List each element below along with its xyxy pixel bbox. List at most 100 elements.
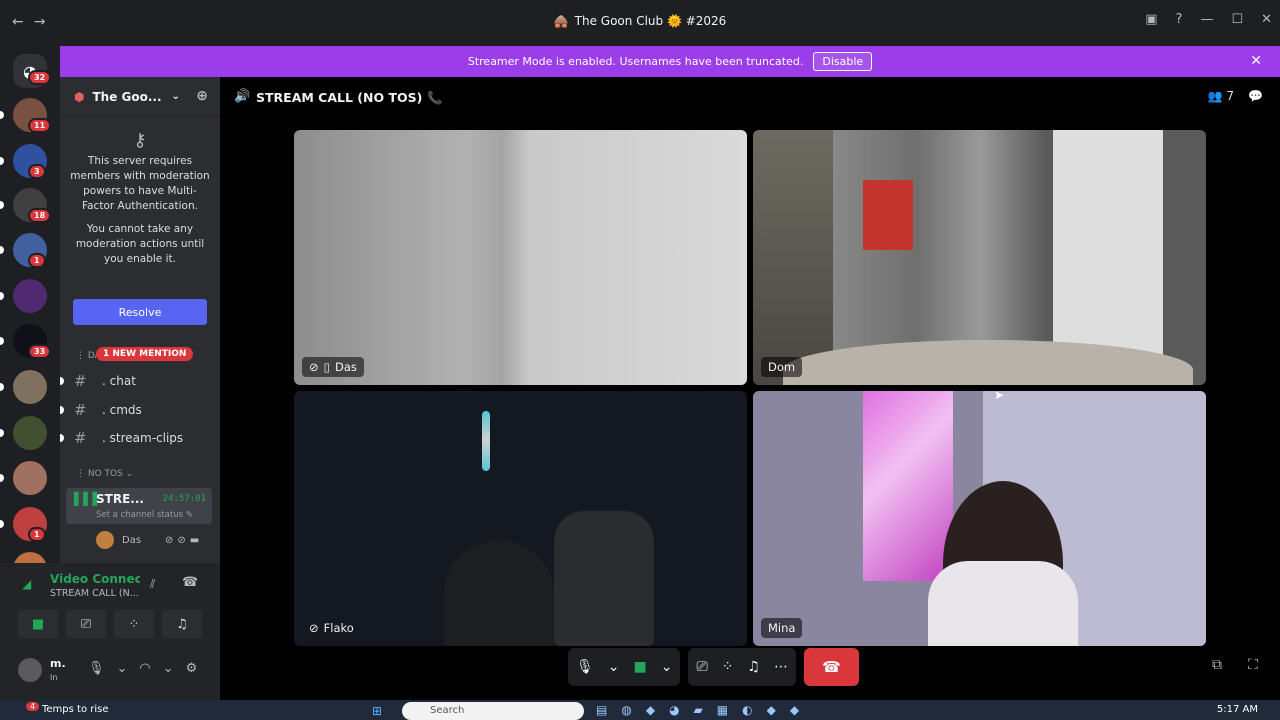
video-content [554,511,654,646]
chevron-down-icon[interactable]: ⌄ [661,659,673,675]
close-banner-icon[interactable]: ✕ [1250,53,1262,69]
unread-indicator [0,520,4,528]
activities-button[interactable]: ⁘ [114,610,154,638]
participant-name: Mina [768,621,796,635]
key-icon: ⚷ [133,130,147,151]
soundboard-icon[interactable]: ♫ [747,659,760,675]
user-avatar[interactable] [18,658,42,682]
participant-count[interactable]: 👥 7 [1208,89,1234,103]
unread-indicator [0,383,4,391]
microphone-icon[interactable]: 🎙 [576,659,594,675]
video-tile[interactable]: ⊘ ▯ Das [294,130,747,385]
maximize-icon[interactable]: ☐ [1231,12,1243,27]
channel-name: . cmds [102,403,142,417]
tile-label: Mina [761,618,803,638]
inbox-icon[interactable]: ▣ [1145,12,1157,27]
mention-badge: 3 [28,164,46,179]
voice-channel-item[interactable]: ▌▌▌ STRE... 24:57:01 Set a channel statu… [66,488,212,524]
channel-name: . stream-clips [102,431,184,445]
soundboard-button[interactable]: ♫ [162,610,202,638]
chevron-down-icon[interactable]: ⌄ [117,661,128,676]
channel-status[interactable]: Set a channel status ✎ [96,510,193,520]
server-icon[interactable] [13,461,47,495]
mfa-text: This server requires members with modera… [70,155,210,212]
invite-icon[interactable]: ⊕ [196,88,208,104]
weather-widget[interactable]: Temps to rise [42,704,109,715]
resolve-button[interactable]: Resolve [73,299,207,325]
server-icon[interactable] [13,416,47,450]
unread-indicator [0,292,4,300]
mention-badge: 18 [28,208,52,223]
disable-button[interactable]: Disable [813,52,873,71]
server-icon[interactable] [13,279,47,313]
chat-icon[interactable]: 💬 [1248,89,1266,107]
channel-chat[interactable]: # . chat [60,370,136,392]
participant-name: Flako [323,621,354,635]
edge-icon[interactable]: ◍ [621,703,631,717]
more-icon[interactable]: ⋯ [774,659,788,675]
server-icon[interactable] [13,370,47,404]
server-name: The Goo... [92,89,162,104]
category-header-no-tos[interactable]: ⋮ NO TOS ⌄ [76,469,133,479]
server-header[interactable]: ⬢ The Goo... ⌄ ⊕ [60,77,220,117]
mention-badge: 1 [28,253,46,268]
voice-member[interactable]: Das ⊘⊘▬ [96,531,203,549]
call-controls: 🎙 ⌄ ■ ⌄ ⎚ ⁘ ♫ ⋯ ☎ [568,648,859,686]
streamer-mode-banner: Streamer Mode is enabled. Usernames have… [60,46,1280,77]
app-icon[interactable]: ◆ [790,703,799,717]
activities-icon[interactable]: ⁘ [722,659,734,675]
unread-indicator [60,406,64,414]
voice-status-channel[interactable]: STREAM CALL (N... [50,588,139,599]
user-name[interactable]: m. [50,657,66,670]
home-badge: 32 [28,70,52,85]
video-tile[interactable]: ⊘ Flako [294,391,747,646]
channel-cmds[interactable]: # . cmds [60,399,142,421]
leave-call-button[interactable]: ☎ [803,648,859,686]
mobile-icon: ▯ [323,360,330,374]
new-mention-badge[interactable]: 1 NEW MENTION [96,347,194,361]
share-controls: ⎚ ⁘ ♫ ⋯ [688,648,796,686]
voice-status-title[interactable]: Video Connected [50,572,140,586]
channel-stream-clips[interactable]: # . stream-clips [60,427,184,449]
close-window-icon[interactable]: ✕ [1261,12,1272,27]
headphones-icon[interactable]: ◠ [139,661,150,676]
signal-icon[interactable]: ◢ [22,577,31,591]
hashtag-icon: # [74,429,87,447]
chevron-down-icon[interactable]: ⌄ [163,661,174,676]
hp-icon[interactable]: ◐ [742,703,752,717]
fullscreen-icon[interactable]: ⛶ [1248,657,1258,673]
gear-icon[interactable]: ⚙ [186,661,198,676]
window-title-text: The Goon Club 🌞 #2026 [574,14,727,28]
mouse-cursor-icon: ➤ [994,388,1005,402]
chevron-down-icon[interactable]: ⌄ [608,659,620,675]
microphone-icon[interactable]: 🎙 [88,661,105,676]
camera-icon[interactable]: ■ [634,659,647,675]
task-view-icon[interactable]: ▤ [596,703,607,717]
video-content [863,180,913,250]
windows-start-icon[interactable]: ⊞ [372,704,382,718]
screen-share-icon[interactable]: ⎚ [696,659,707,675]
minimize-icon[interactable]: — [1200,12,1213,27]
mic-muted-icon: ⊘ [309,621,319,635]
discord-icon[interactable]: ◕ [669,703,679,717]
screen-share-button[interactable]: ⎚ [66,610,106,638]
tile-label: Dom [761,357,803,377]
video-content [863,391,953,581]
mic-muted-icon: ⊘ [309,360,319,374]
camera-button[interactable]: ■ [18,610,58,638]
noise-suppression-icon[interactable]: ⫽ [150,577,155,592]
tile-label: ⊘ Flako [302,618,361,638]
app-icon[interactable]: ◆ [767,703,776,717]
channel-name: . chat [102,374,136,388]
app-icon[interactable]: ◆ [646,703,655,717]
taskbar-search[interactable]: Search [402,702,584,720]
folder-icon[interactable]: ▰ [694,703,703,717]
disconnect-icon[interactable]: ☎ [182,575,198,590]
help-icon[interactable]: ? [1176,12,1183,27]
mfa-text-2: You cannot take any moderation actions u… [75,223,205,265]
video-tile[interactable]: Dom [753,130,1206,385]
popout-icon[interactable]: ⧉ [1212,657,1222,673]
video-tile[interactable]: Mina [753,391,1206,646]
unread-indicator [0,111,4,119]
store-icon[interactable]: ▦ [717,703,728,717]
